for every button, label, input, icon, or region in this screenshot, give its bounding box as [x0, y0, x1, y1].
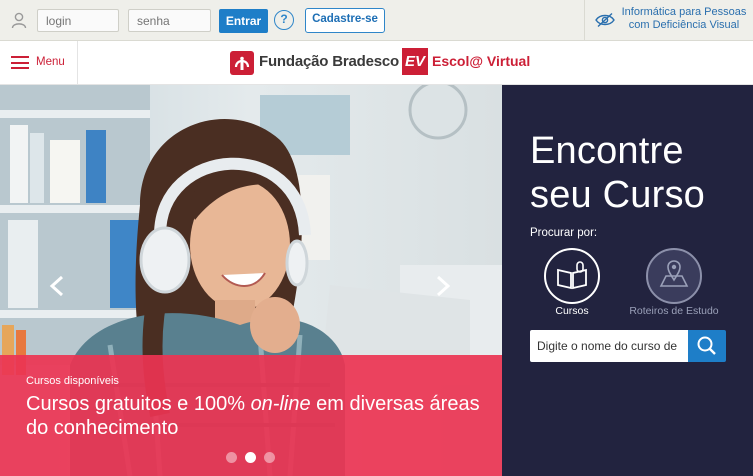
escola-virtual-logo[interactable]: Escol@ Virtual [432, 53, 530, 69]
carousel-next-icon[interactable] [434, 275, 452, 297]
map-icon [646, 248, 702, 304]
carousel-dots [226, 452, 286, 464]
accessibility-label: Informática para Pessoas com Deficiência… [621, 6, 747, 31]
eye-icon [595, 12, 615, 28]
password-input[interactable] [128, 9, 211, 32]
caption-headline: Cursos gratuitos e 100% on-line em diver… [26, 393, 480, 439]
search-button[interactable] [688, 330, 726, 362]
hero-caption: Cursos disponíveis Cursos gratuitos e 10… [0, 355, 502, 476]
option-cursos[interactable]: Cursos [517, 248, 627, 317]
enter-button[interactable]: Entrar [219, 9, 268, 33]
carousel-dot[interactable] [264, 452, 275, 463]
help-icon[interactable]: ? [274, 10, 294, 30]
panel-title: Encontre seu Curso [530, 130, 705, 216]
user-icon [11, 12, 27, 29]
escola-virtual-logo-icon[interactable]: EV [402, 48, 428, 75]
carousel-prev-icon[interactable] [48, 275, 66, 297]
fundacao-bradesco-logo[interactable]: Fundação Bradesco [259, 53, 399, 70]
course-search [530, 330, 726, 362]
register-button[interactable]: Cadastre-se [305, 8, 385, 33]
option-roteiros-label: Roteiros de Estudo [629, 305, 719, 317]
fundacao-bradesco-logo-icon[interactable] [230, 51, 254, 75]
course-finder-panel: Encontre seu Curso Procurar por: Cursos … [502, 85, 753, 476]
search-by-label: Procurar por: [530, 227, 598, 239]
menu-button[interactable]: Menu [0, 41, 78, 85]
top-bar: Entrar ? Cadastre-se Informática para Pe… [0, 0, 753, 41]
carousel-dot-active[interactable] [245, 452, 256, 463]
login-input[interactable] [37, 9, 119, 32]
search-icon [697, 336, 716, 355]
option-cursos-label: Cursos [555, 305, 589, 317]
menu-label: Menu [36, 56, 65, 68]
option-roteiros[interactable]: Roteiros de Estudo [619, 248, 729, 317]
hamburger-icon [11, 56, 29, 69]
caption-eyebrow: Cursos disponíveis [26, 375, 119, 387]
book-icon [544, 248, 600, 304]
hero-carousel: Cursos disponíveis Cursos gratuitos e 10… [0, 85, 502, 476]
accessibility-link[interactable]: Informática para Pessoas com Deficiência… [584, 0, 753, 41]
course-search-input[interactable] [530, 330, 688, 362]
carousel-dot[interactable] [226, 452, 237, 463]
